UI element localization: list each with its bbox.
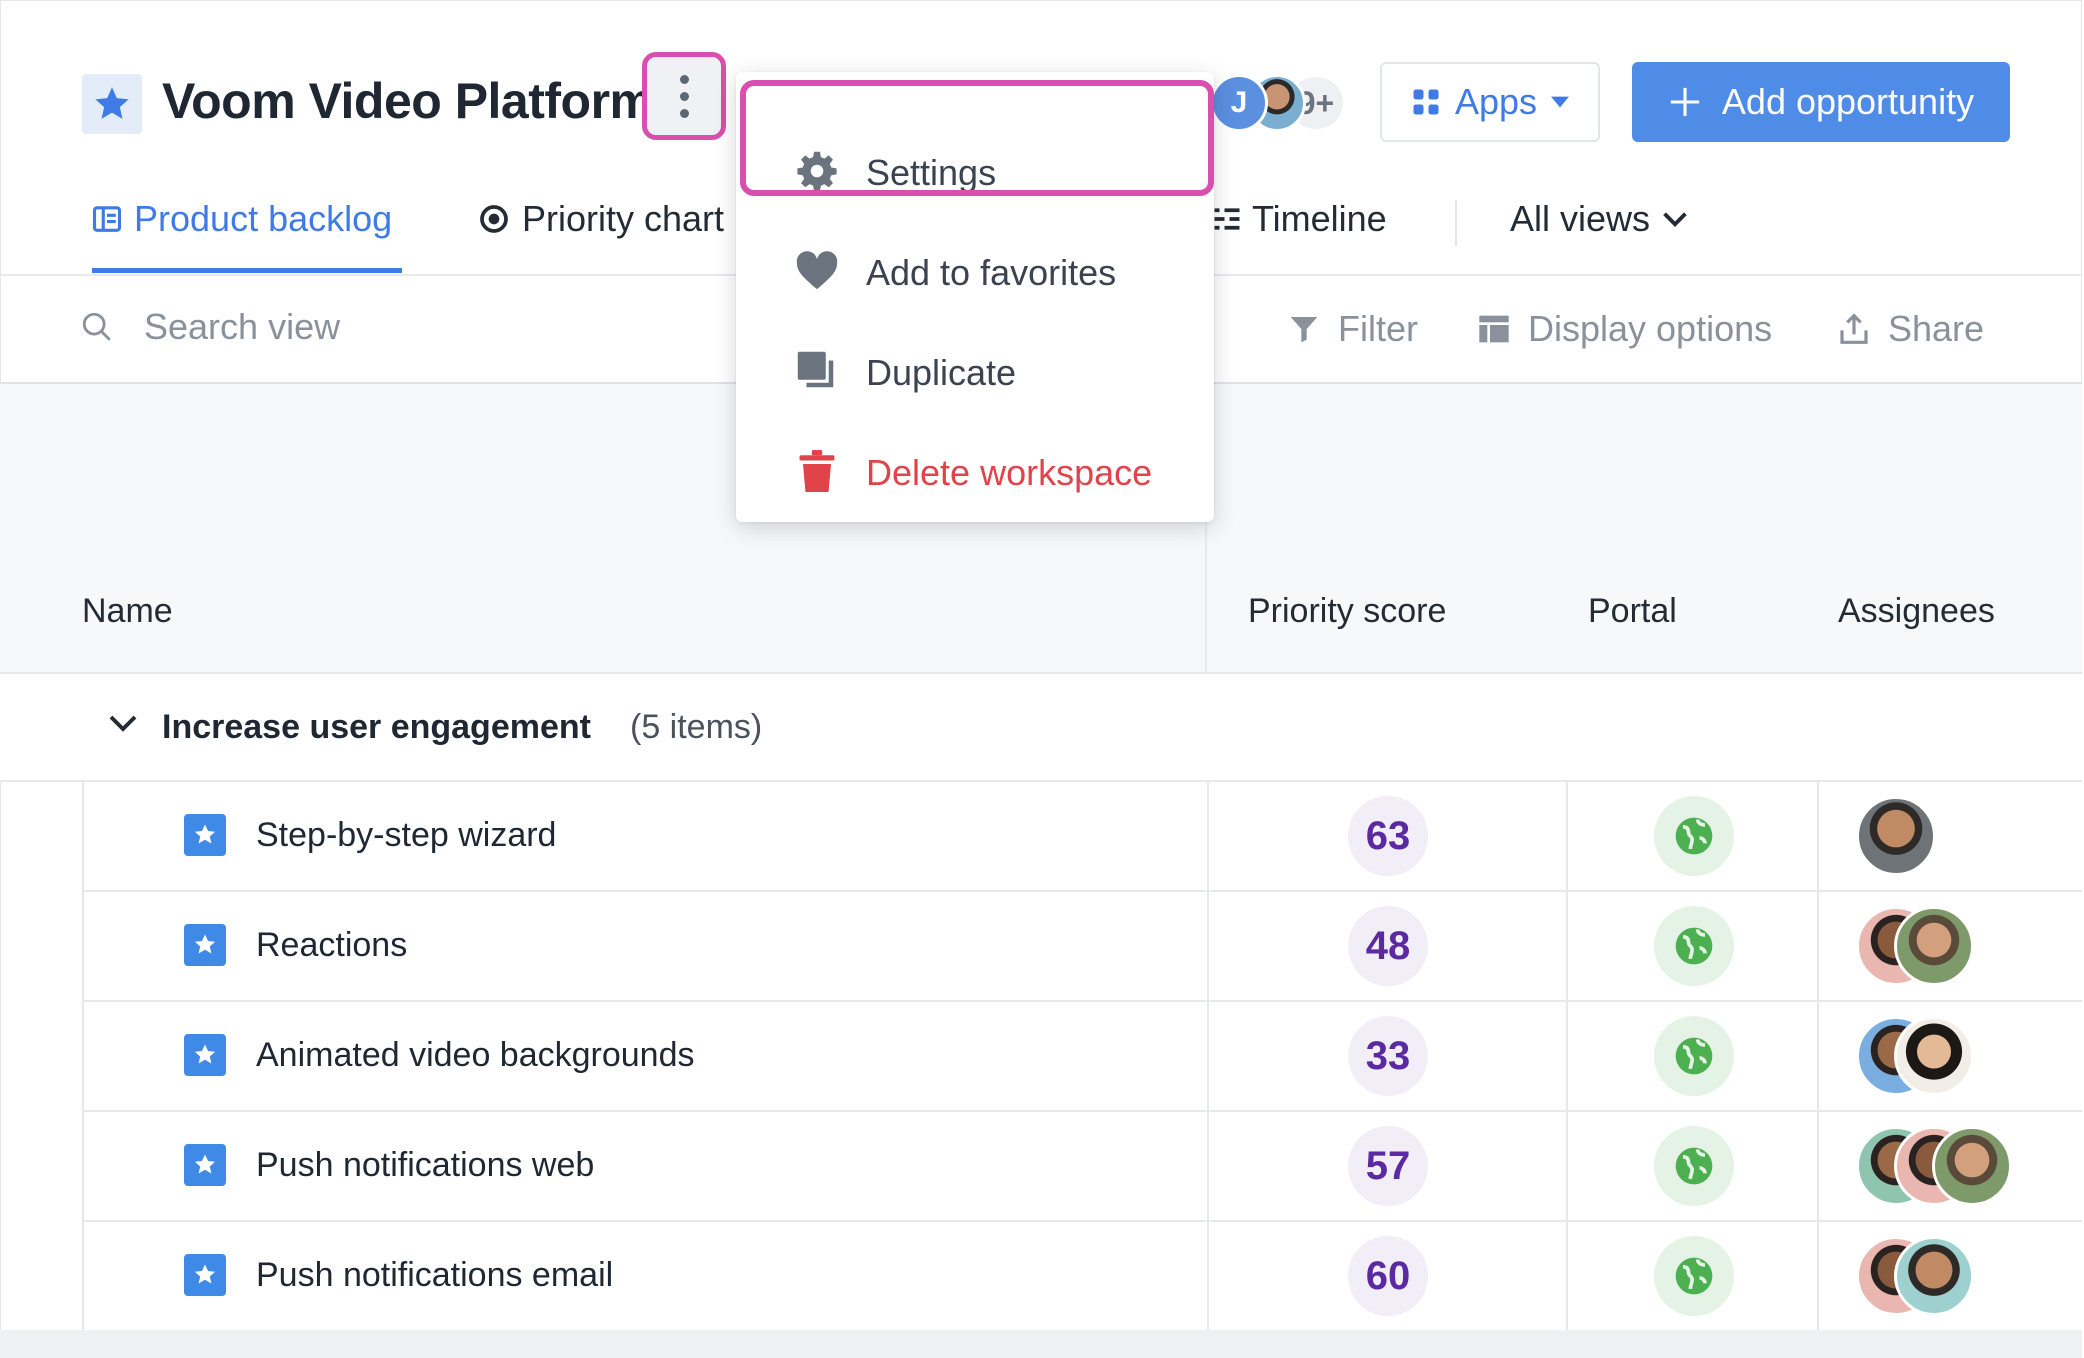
group-row[interactable]: Increase user engagement (5 items): [0, 672, 2082, 782]
kebab-icon: [679, 74, 689, 118]
table-row[interactable]: Push notifications web 57: [82, 1112, 2082, 1222]
row-name: Step-by-step wizard: [256, 816, 557, 854]
tab-priority-chart[interactable]: Priority chart: [478, 198, 724, 240]
all-views-dropdown[interactable]: All views: [1510, 198, 1688, 240]
globe-icon[interactable]: [1654, 906, 1734, 986]
row-name: Reactions: [256, 926, 408, 964]
menu-item-label: Duplicate: [866, 352, 1017, 393]
menu-item-add-to-favorites[interactable]: Add to favorites: [736, 226, 1214, 316]
priority-score[interactable]: 33: [1348, 1016, 1428, 1096]
row-name: Push notifications email: [256, 1256, 614, 1294]
timeline-icon: [1214, 208, 1240, 230]
assignee-avatar: [1894, 1016, 1974, 1096]
share-icon: [1840, 313, 1868, 344]
trash-icon: [794, 448, 840, 494]
tab-label: Priority chart: [522, 198, 725, 239]
tab-label: Product backlog: [134, 198, 393, 239]
tab-label: Timeline: [1252, 198, 1387, 239]
heart-icon: [794, 248, 840, 294]
assignee-avatar: [1894, 906, 1974, 986]
table-row[interactable]: Step-by-step wizard 63: [82, 782, 2082, 892]
star-icon: [184, 924, 226, 966]
tab-product-backlog[interactable]: Product backlog: [92, 198, 392, 240]
star-icon: [184, 814, 226, 856]
group-title: Increase user engagement: [162, 708, 591, 746]
settings-highlight-outline: [740, 80, 1214, 196]
target-icon: [480, 205, 508, 233]
globe-icon[interactable]: [1654, 1126, 1734, 1206]
display-options-button[interactable]: Display options: [1478, 308, 1772, 350]
menu-item-label: Delete workspace: [866, 452, 1153, 493]
search-icon: [82, 312, 111, 341]
column-header-portal[interactable]: Portal: [1588, 592, 1677, 631]
menu-item-label: Add to favorites: [866, 252, 1117, 293]
active-tab-indicator: [92, 268, 402, 273]
assignee-avatars[interactable]: [1856, 1236, 2056, 1316]
globe-icon[interactable]: [1654, 1236, 1734, 1316]
display-options-label: Display options: [1528, 308, 1773, 349]
assignee-avatars[interactable]: [1856, 1016, 2056, 1096]
share-button[interactable]: Share: [1838, 308, 1984, 350]
menu-item-delete-workspace[interactable]: Delete workspace: [736, 426, 1214, 516]
layout-icon: [1479, 315, 1509, 343]
filter-button[interactable]: Filter: [1288, 308, 1418, 350]
star-icon: [184, 1254, 226, 1296]
assignee-avatar: [1856, 796, 1936, 876]
search-placeholder: Search view: [144, 306, 341, 347]
board-icon: [92, 206, 122, 232]
filter-label: Filter: [1338, 308, 1418, 349]
table-row[interactable]: Reactions 48: [82, 892, 2082, 1002]
menu-item-duplicate[interactable]: Duplicate: [736, 326, 1214, 416]
plus-icon: [1670, 87, 1700, 117]
assignee-avatar: [1932, 1126, 2012, 1206]
grid-icon: [1413, 89, 1439, 115]
share-label: Share: [1888, 308, 1985, 349]
row-name: Push notifications web: [256, 1146, 595, 1184]
tabs-divider: [1455, 200, 1457, 246]
apps-button[interactable]: Apps: [1380, 62, 1600, 142]
add-opportunity-label: Add opportunity: [1721, 81, 1975, 122]
workspace-more-button[interactable]: [642, 52, 726, 140]
add-opportunity-button[interactable]: Add opportunity: [1632, 62, 2010, 142]
star-icon: [184, 1144, 226, 1186]
priority-score[interactable]: 48: [1348, 906, 1428, 986]
row-name: Animated video backgrounds: [256, 1036, 695, 1074]
caret-down-icon: [1551, 96, 1570, 108]
globe-icon[interactable]: [1654, 1016, 1734, 1096]
column-header-priority-score[interactable]: Priority score: [1248, 592, 1446, 631]
duplicate-icon: [794, 348, 840, 394]
member-avatar-initial: J: [1210, 74, 1268, 132]
globe-icon[interactable]: [1654, 796, 1734, 876]
tab-timeline[interactable]: Timeline: [1214, 198, 1387, 240]
horizontal-scrollbar[interactable]: [0, 1330, 2082, 1358]
assignee-avatars[interactable]: [1856, 906, 2056, 986]
workspace-members[interactable]: 9+ J: [1210, 72, 1346, 134]
search-view[interactable]: Search view: [80, 306, 340, 348]
chevron-down-icon[interactable]: [108, 712, 138, 734]
workspace-star-icon: [82, 74, 142, 134]
table-row[interactable]: Push notifications email 60: [82, 1222, 2082, 1332]
filter-icon: [1290, 317, 1318, 343]
priority-score[interactable]: 60: [1348, 1236, 1428, 1316]
priority-score[interactable]: 57: [1348, 1126, 1428, 1206]
priority-score[interactable]: 63: [1348, 796, 1428, 876]
table-row[interactable]: Animated video backgrounds 33: [82, 1002, 2082, 1112]
column-header-name[interactable]: Name: [82, 592, 173, 631]
column-header-assignees[interactable]: Assignees: [1838, 592, 1995, 631]
apps-label: Apps: [1454, 81, 1538, 122]
group-count: (5 items): [630, 708, 763, 746]
assignee-avatars[interactable]: [1856, 1126, 2056, 1206]
assignee-avatar: [1894, 1236, 1974, 1316]
chevron-down-icon: [1663, 212, 1687, 227]
table-body: Step-by-step wizard 63 Reactions 48 Anim…: [82, 782, 2082, 1332]
assignee-avatars[interactable]: [1856, 796, 2056, 876]
tab-label: All views: [1510, 198, 1651, 239]
star-icon: [184, 1034, 226, 1076]
workspace-title: Voom Video Platform: [162, 73, 654, 129]
